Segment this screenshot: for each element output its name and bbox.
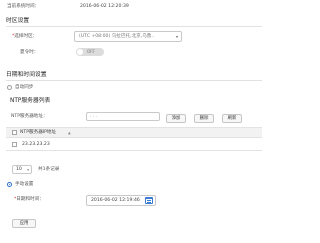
calendar-icon[interactable]: [145, 197, 153, 204]
auto-sync-label: 自动同步: [15, 85, 34, 90]
current-time-label: 当前系统时间：: [7, 4, 40, 9]
toggle-knob: [77, 49, 83, 55]
calendar-grid-line: [147, 202, 151, 203]
ntp-address-label: NTP服务器地址：: [11, 114, 48, 119]
datetime-value: 2016-06-02 12:19:46: [91, 198, 140, 203]
datetime-label: *日期和时间：: [14, 197, 44, 202]
ntp-address-input[interactable]: . . .: [86, 112, 160, 121]
current-time-value: 2016-06-02 12:20:39: [80, 4, 129, 9]
ntp-table-header-label[interactable]: NTP服务器IP地址: [20, 130, 56, 136]
dst-toggle-text: OFF: [87, 49, 95, 54]
ntp-ip-cell: 23.23.23.23: [22, 142, 50, 147]
chevron-down-icon: ▾: [175, 34, 178, 39]
manual-setting-label: 手动设置: [15, 182, 34, 187]
page-size-value: 10: [16, 167, 22, 172]
timezone-section-title: 时区设置: [6, 18, 30, 24]
datetime-section-title: 日期和时间设置: [6, 72, 47, 78]
dst-toggle[interactable]: OFF: [76, 48, 104, 56]
page-size-select[interactable]: 10 ▾: [12, 165, 32, 174]
manual-setting-radio[interactable]: [7, 182, 12, 187]
timezone-select-value: (UTC +08:00) 乌拉巴托,北京,乌鲁..: [79, 34, 155, 39]
dst-label: 夏令时：: [20, 50, 39, 55]
delete-button[interactable]: 删除: [194, 114, 214, 123]
timezone-select[interactable]: (UTC +08:00) 乌拉巴托,北京,乌鲁.. ▾: [74, 31, 182, 42]
auto-sync-radio[interactable]: [7, 85, 12, 90]
row-checkbox[interactable]: [12, 142, 17, 147]
apply-button[interactable]: 应用: [12, 219, 36, 228]
chevron-down-icon: ▾: [27, 168, 29, 172]
ntp-table-header: NTP服务器IP地址 ▲: [6, 127, 262, 138]
divider: [6, 80, 262, 81]
timezone-label: *选择时区：: [12, 34, 38, 39]
total-records-label: 共1条记录: [38, 167, 60, 172]
add-button[interactable]: 添加: [166, 114, 186, 123]
select-all-checkbox[interactable]: [12, 130, 17, 135]
calendar-grid-line: [147, 200, 151, 201]
divider: [6, 26, 262, 27]
table-row[interactable]: 23.23.23.23: [6, 139, 262, 151]
ntp-address-value: . . .: [90, 114, 98, 119]
sort-asc-icon[interactable]: ▲: [68, 130, 71, 136]
ntp-list-title: NTP服务器列表: [10, 98, 51, 104]
refresh-button[interactable]: 刷新: [222, 114, 242, 123]
